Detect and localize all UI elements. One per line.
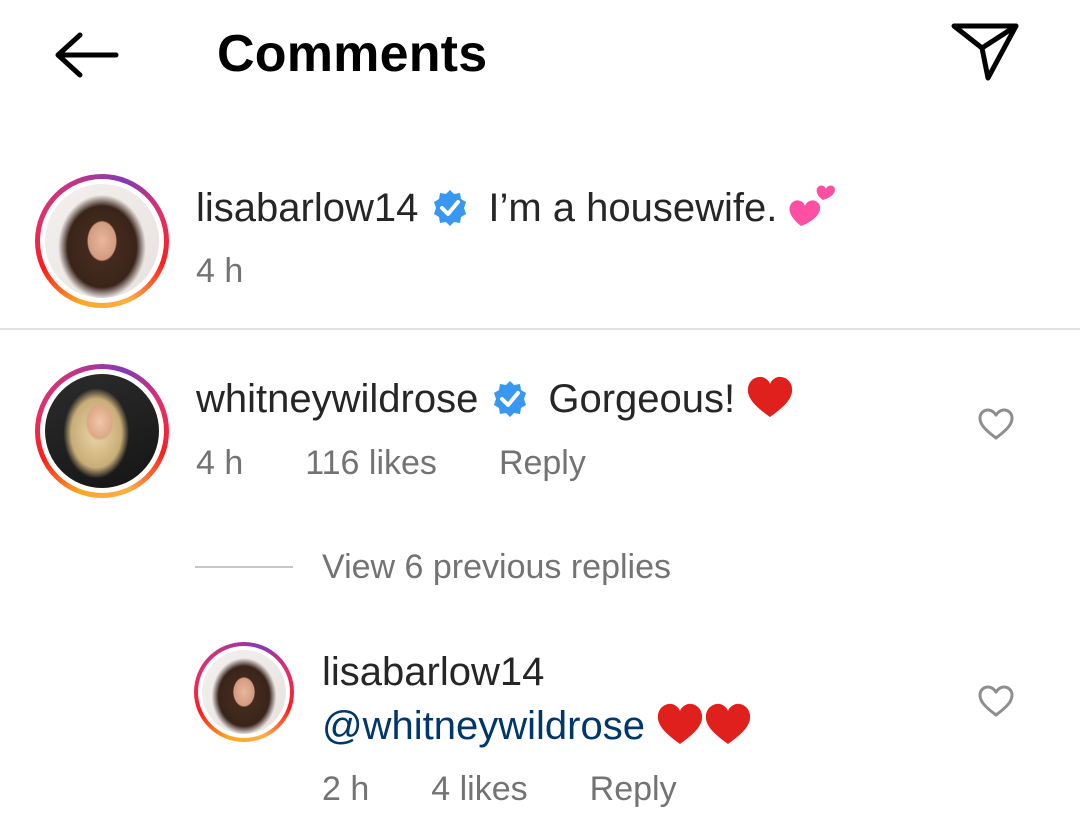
page-title: Comments <box>217 25 488 83</box>
heart-outline-icon <box>977 407 1015 446</box>
red-heart-icon <box>745 373 795 424</box>
comment-likes[interactable]: 116 likes <box>305 442 437 484</box>
reply-reply-button[interactable]: Reply <box>590 768 677 810</box>
verified-badge-icon <box>430 188 470 228</box>
reply-time: 2 h <box>322 770 370 808</box>
avatar-photo <box>45 374 159 488</box>
view-previous-replies-button[interactable]: View 6 previous replies <box>322 546 671 588</box>
paper-plane-icon <box>950 20 1020 89</box>
caption-text: I’m a housewife. <box>488 185 778 230</box>
verified-badge-icon <box>490 379 530 419</box>
comment-line: whitneywildrose Gorgeous! <box>196 373 795 424</box>
reply-avatar[interactable] <box>194 642 294 742</box>
two-hearts-icon <box>787 180 839 235</box>
comment-avatar[interactable] <box>35 364 169 498</box>
arrow-left-icon <box>50 30 120 85</box>
comment-text: Gorgeous! <box>548 376 736 421</box>
back-button[interactable] <box>40 22 130 92</box>
share-button[interactable] <box>945 18 1025 90</box>
comment-like-button[interactable] <box>974 404 1018 448</box>
caption-time: 4 h <box>196 252 244 290</box>
reply-username[interactable]: lisabarlow14 <box>322 648 544 696</box>
reply-mention[interactable]: @whitneywildrose <box>322 702 645 750</box>
caption-avatar[interactable] <box>35 174 169 308</box>
replies-divider <box>195 566 293 568</box>
comment-time: 4 h <box>196 444 244 482</box>
avatar-photo <box>202 650 286 734</box>
reply-likes[interactable]: 4 likes <box>431 768 527 810</box>
reply-line: @whitneywildrose <box>322 700 755 751</box>
comment-reply-button[interactable]: Reply <box>499 442 586 484</box>
avatar-photo <box>45 184 159 298</box>
two-red-hearts-icon <box>655 700 755 751</box>
heart-outline-icon <box>977 684 1015 723</box>
comment-meta: 4 h 116 likes Reply <box>196 442 586 484</box>
caption-line: lisabarlow14 I’m a housewife. <box>196 180 839 235</box>
comment-username[interactable]: whitneywildrose <box>196 375 478 423</box>
reply-like-button[interactable] <box>974 681 1018 725</box>
caption-username[interactable]: lisabarlow14 <box>196 184 418 232</box>
reply-meta: 2 h 4 likes Reply <box>322 768 677 810</box>
divider <box>0 328 1080 330</box>
